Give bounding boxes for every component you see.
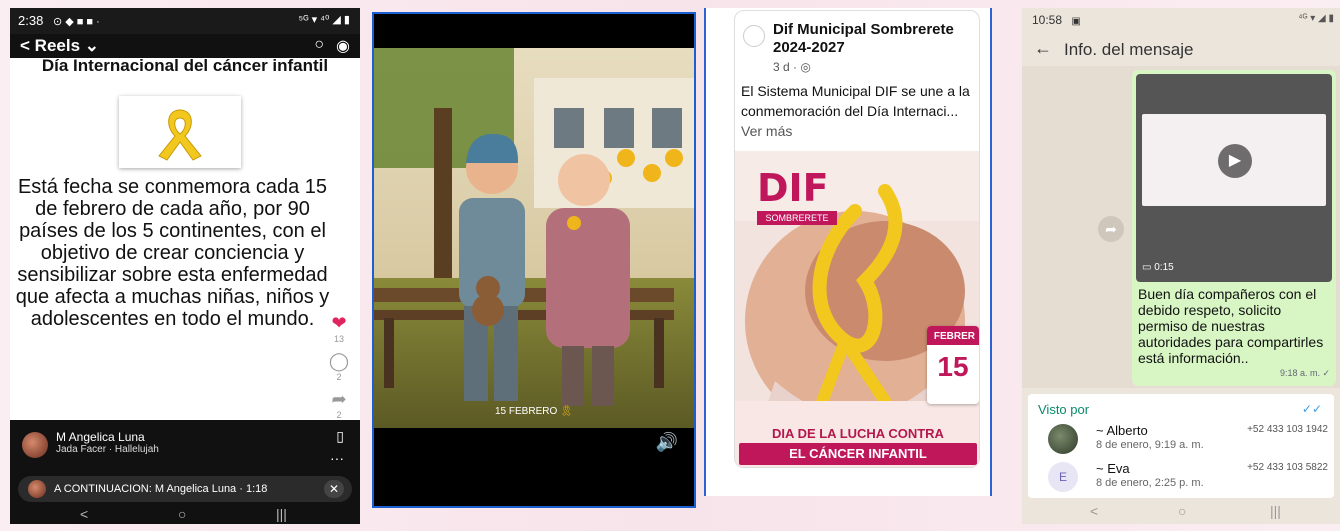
banner-line-1: DIA DE LA LUCHA CONTRA [772, 426, 944, 441]
speaker-icon[interactable]: 🔊 [656, 432, 678, 453]
status-time: 10:58 [1032, 13, 1063, 27]
see-more-link[interactable]: Ver más [741, 123, 792, 139]
up-next-bar[interactable]: A CONTINUACION: M Angelica Luna · 1:18 ✕ [18, 476, 352, 502]
like-button[interactable]: ❤ 13 [326, 313, 352, 344]
avatar[interactable] [22, 432, 48, 458]
reels-nav[interactable]: < Reels ⌄ [20, 36, 99, 56]
header-title: Info. del mensaje [1064, 40, 1194, 59]
notification-icons: ⊙ ◆ ■ ■ · [52, 16, 100, 28]
signal-battery-icons: ⁴ᴳ ▾ ◢ ▮ [1298, 13, 1334, 24]
comment-count: 2 [336, 372, 342, 382]
bookmark-icon[interactable]: ▯ [336, 428, 344, 445]
illustration-video-panel: 15 FEBRERO 🎗 🔊 [372, 12, 696, 508]
share-count: 2 [336, 410, 342, 420]
viewer-row[interactable]: ~ Alberto 8 de enero, 9:19 a. m. +52 433… [1038, 422, 1328, 458]
page-name[interactable]: Dif Municipal Sombrerete 2024-2027 [773, 21, 973, 57]
reel-actions: ❤ 13 ◯ 2 ➦ 2 [326, 313, 352, 427]
page-logo[interactable] [743, 25, 765, 47]
back-arrow-icon[interactable]: ← [1034, 38, 1052, 59]
post-body-text: Está fecha se conmemora cada 15 de febre… [15, 176, 330, 330]
chat-area: ➦ ▶ ▭ 0:15 Buen día compañeros con el de… [1022, 66, 1340, 388]
song-label[interactable]: Jada Facer · Hallelujah [56, 444, 159, 455]
viewer-phone: +52 433 103 1942 [1247, 424, 1328, 435]
nav-back-button[interactable]: < [80, 506, 88, 522]
children-illustration [374, 48, 694, 428]
whatsapp-message-info-panel: 10:58 ▣ ⁴ᴳ ▾ ◢ ▮ ← Info. del mensaje ➦ ▶… [1022, 8, 1340, 524]
calendar-month: FEBRER [927, 326, 979, 345]
seen-by-label: Visto por [1038, 402, 1090, 417]
video-duration: ▭ 0:15 [1142, 262, 1174, 273]
system-nav-bar: < ○ ||| [1022, 502, 1340, 524]
nav-recents-button[interactable]: ||| [276, 506, 287, 522]
user-name[interactable]: M Angelica Luna [56, 430, 145, 444]
viewer-name: ~ Eva [1096, 461, 1130, 476]
comment-button[interactable]: ◯ 2 [326, 351, 352, 382]
date-caption: 15 FEBRERO 🎗 [495, 406, 573, 417]
forward-icon[interactable]: ➦ [1098, 216, 1124, 242]
seen-by-section: Visto por ✓✓ ~ Alberto 8 de enero, 9:19 … [1028, 394, 1334, 498]
reels-top-bar: < Reels ⌄ ○ ◉ [10, 34, 360, 58]
post-text: El Sistema Municipal DIF se une a la con… [741, 83, 970, 139]
chevron-down-icon[interactable]: ⌄ [85, 36, 99, 55]
like-count: 13 [333, 334, 344, 344]
ribbon-icon: 🎗 [560, 406, 573, 417]
profile-icon[interactable]: ◉ [336, 36, 350, 56]
post-title: Día Internacional del cáncer infantil [41, 56, 329, 75]
comment-icon: ◯ [328, 351, 350, 371]
status-bar: 10:58 ▣ ⁴ᴳ ▾ ◢ ▮ [1022, 8, 1340, 34]
video-thumbnail[interactable]: ▶ ▭ 0:15 [1136, 74, 1332, 282]
nav-home-button[interactable]: ○ [178, 506, 186, 522]
reel-screenshot-panel: 2:38 ⊙ ◆ ■ ■ · ⁵ᴳ ▾ ⁴⁰ ◢ ▮ < Reels ⌄ ○ ◉… [10, 8, 360, 524]
avatar: E [1048, 462, 1078, 492]
system-nav-bar: < ○ ||| [10, 506, 360, 524]
message-info-header: ← Info. del mensaje [1022, 34, 1340, 66]
back-icon[interactable]: < [20, 36, 30, 55]
play-icon[interactable]: ▶ [1218, 144, 1252, 178]
viewer-time: 8 de enero, 2:25 p. m. [1096, 477, 1204, 489]
nav-home-button[interactable]: ○ [1178, 503, 1186, 519]
facebook-post-card: Dif Municipal Sombrerete 2024-2027 3 d ·… [734, 10, 980, 468]
status-time: 2:38 [18, 13, 44, 28]
nav-recents-button[interactable]: ||| [1270, 503, 1281, 519]
viewer-time: 8 de enero, 9:19 a. m. [1096, 439, 1204, 451]
reel-footer: M Angelica Luna Jada Facer · Hallelujah … [10, 420, 360, 524]
close-icon[interactable]: ✕ [324, 480, 344, 498]
message-bubble[interactable]: ▶ ▭ 0:15 Buen día compañeros con el debi… [1132, 70, 1336, 386]
status-bar: 2:38 ⊙ ◆ ■ ■ · ⁵ᴳ ▾ ⁴⁰ ◢ ▮ [10, 8, 360, 34]
nav-back-button[interactable]: < [1090, 503, 1098, 519]
message-time: 9:18 a. m. ✓ [1279, 368, 1330, 378]
dif-logo-text: DIF [757, 166, 829, 210]
dif-logo-subtitle: SOMBRERETE [757, 211, 837, 225]
search-icon[interactable]: ○ [314, 36, 324, 54]
viewer-phone: +52 433 103 5822 [1247, 462, 1328, 473]
notification-icon: ▣ [1071, 16, 1081, 27]
facebook-post-panel: Dif Municipal Sombrerete 2024-2027 3 d ·… [704, 8, 992, 496]
yellow-ribbon-image [119, 96, 241, 168]
avatar [28, 480, 46, 498]
viewer-row[interactable]: E ~ Eva 8 de enero, 2:25 p. m. +52 433 1… [1038, 460, 1328, 496]
share-icon: ➦ [331, 389, 347, 409]
signal-battery-icons: ⁵ᴳ ▾ ⁴⁰ ◢ ▮ [298, 14, 350, 26]
more-options-icon[interactable]: ··· [330, 450, 344, 466]
avatar [1048, 424, 1078, 454]
share-button[interactable]: ➦ 2 [326, 389, 352, 420]
message-text: Buen día compañeros con el debido respet… [1138, 286, 1324, 366]
viewer-name: ~ Alberto [1096, 423, 1148, 438]
reels-label: Reels [34, 36, 81, 55]
heart-icon: ❤ [331, 313, 347, 333]
read-ticks-icon: ✓✓ [1301, 402, 1322, 416]
post-meta: 3 d · ◎ [773, 60, 811, 74]
up-next-label: A CONTINUACION: M Angelica Luna · 1:18 [54, 483, 268, 495]
calendar-graphic: FEBRER 15 [927, 326, 979, 404]
banner-line-2: EL CÁNCER INFANTIL [739, 443, 977, 465]
calendar-day: 15 [937, 351, 969, 382]
